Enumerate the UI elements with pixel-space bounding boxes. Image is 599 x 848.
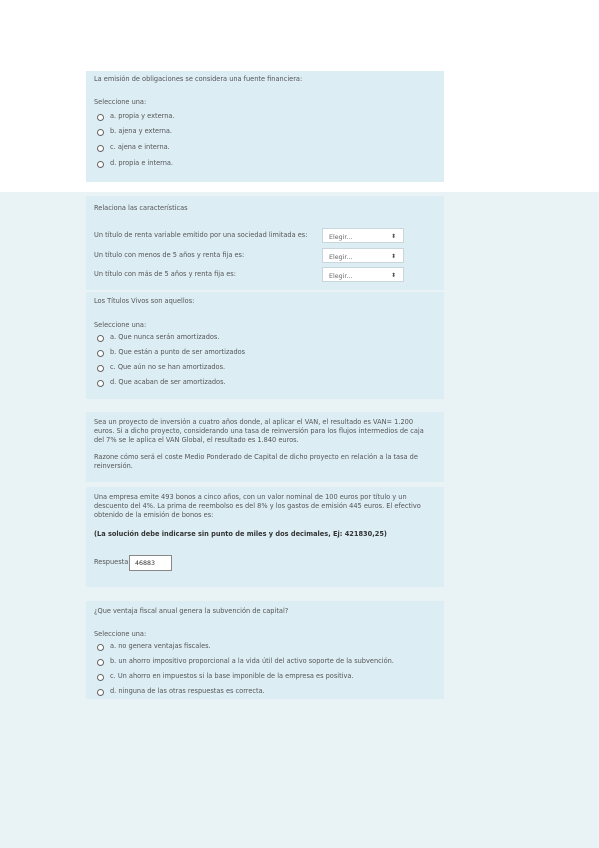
radio-option-d[interactable] xyxy=(97,689,104,696)
radio-option-a[interactable] xyxy=(97,335,104,342)
question-prompt: La emisión de obligaciones se considera … xyxy=(94,75,303,83)
question-text-2: Razone cómo será el coste Medio Ponderad… xyxy=(94,453,418,470)
select-one-label: Seleccione una: xyxy=(94,630,147,638)
option-c-label: c. Que aún no se han amortizados. xyxy=(110,363,226,371)
select-value: Elegir... xyxy=(329,273,353,280)
radio-option-c[interactable] xyxy=(97,145,104,152)
radio-option-d[interactable] xyxy=(97,161,104,168)
radio-option-d[interactable] xyxy=(97,380,104,387)
select-arrows-icon: ⬍ xyxy=(390,233,396,240)
option-d-label: d. propia e interna. xyxy=(110,159,174,167)
radio-option-b[interactable] xyxy=(97,129,104,136)
answer-label: Respuesta: xyxy=(94,558,131,566)
option-b-label: b. ajena y externa. xyxy=(110,127,173,135)
radio-option-b[interactable] xyxy=(97,350,104,357)
match-row-label: Un título de renta variable emitido por … xyxy=(94,231,308,239)
question-card-emision-obligaciones: La emisión de obligaciones se considera … xyxy=(86,71,444,182)
answer-format-note: (La solución debe indicarse sin punto de… xyxy=(94,530,387,538)
question-prompt: Los Títulos Vivos son aquellos: xyxy=(94,297,195,305)
match-row-label: Un título con más de 5 años y renta fija… xyxy=(94,270,236,278)
option-a-label: a. propia y externa. xyxy=(110,112,175,120)
option-a-label: a. no genera ventajas fiscales. xyxy=(110,642,211,650)
select-value: Elegir... xyxy=(329,234,353,241)
match-select-3[interactable]: Elegir... ⬍ xyxy=(322,267,404,282)
radio-option-a[interactable] xyxy=(97,114,104,121)
option-d-label: d. Que acaban de ser amortizados. xyxy=(110,378,226,386)
question-text: Una empresa emite 493 bonos a cinco años… xyxy=(94,493,421,519)
question-card-relaciona: Relaciona las características Un título … xyxy=(86,196,444,290)
select-arrows-icon: ⬍ xyxy=(390,272,396,279)
option-c-label: c. Un ahorro en impuestos si la base imp… xyxy=(110,672,354,680)
select-one-label: Seleccione una: xyxy=(94,321,147,329)
question-text: Sea un proyecto de inversión a cuatro añ… xyxy=(94,418,424,444)
radio-option-b[interactable] xyxy=(97,659,104,666)
answer-input[interactable]: 46883 xyxy=(129,555,172,571)
option-b-label: b. un ahorro impositivo proporcional a l… xyxy=(110,657,394,665)
radio-option-a[interactable] xyxy=(97,644,104,651)
option-d-label: d. ninguna de las otras respuestas es co… xyxy=(110,687,265,695)
radio-option-c[interactable] xyxy=(97,674,104,681)
option-a-label: a. Que nunca serán amortizados. xyxy=(110,333,220,341)
question-card-titulos-vivos: Los Títulos Vivos son aquellos: Seleccio… xyxy=(86,292,444,399)
select-value: Elegir... xyxy=(329,254,353,261)
select-one-label: Seleccione una: xyxy=(94,98,147,106)
question-card-subvencion: ¿Que ventaja fiscal anual genera la subv… xyxy=(86,601,444,699)
match-select-1[interactable]: Elegir... ⬍ xyxy=(322,228,404,243)
question-prompt: ¿Que ventaja fiscal anual genera la subv… xyxy=(94,607,289,615)
question-card-bonos: Una empresa emite 493 bonos a cinco años… xyxy=(86,487,444,587)
option-b-label: b. Que están a punto de ser amortizados xyxy=(110,348,246,356)
question-prompt: Relaciona las características xyxy=(94,204,188,212)
match-select-2[interactable]: Elegir... ⬍ xyxy=(322,248,404,263)
match-row-label: Un título con menos de 5 años y renta fi… xyxy=(94,251,245,259)
radio-option-c[interactable] xyxy=(97,365,104,372)
select-arrows-icon: ⬍ xyxy=(390,253,396,260)
question-card-van: Sea un proyecto de inversión a cuatro añ… xyxy=(86,412,444,482)
option-c-label: c. ajena e interna. xyxy=(110,143,170,151)
